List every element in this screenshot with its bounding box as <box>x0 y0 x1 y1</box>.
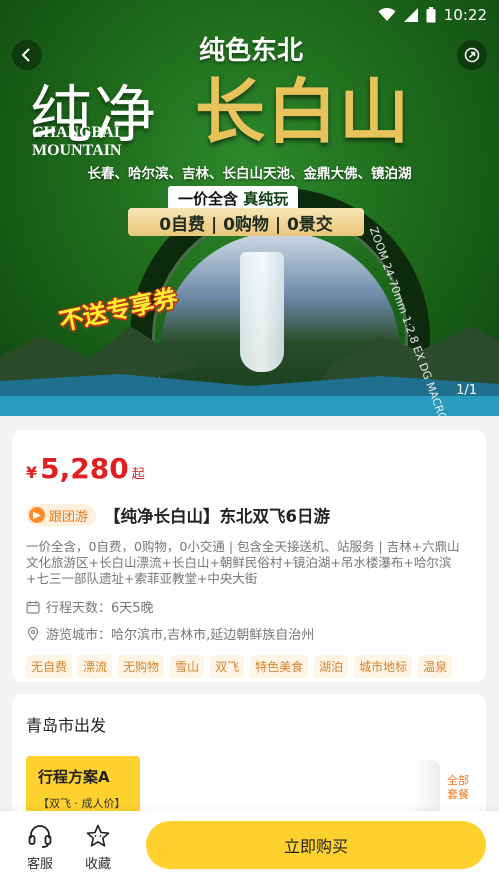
banner-title-secondary: 长白山 <box>195 70 411 153</box>
banner-cities: 长春、哈尔滨、吉林、长白山天池、金鼎大佛、镜泊湖 <box>87 166 412 182</box>
location-icon <box>27 626 39 641</box>
tag-item: 无购物 <box>118 655 165 678</box>
tag-item: 漂流 <box>78 655 113 678</box>
battery-icon <box>426 7 436 23</box>
customer-service-button[interactable]: 客服 <box>20 823 60 872</box>
headset-icon <box>28 825 52 848</box>
departure-city-title: 青岛市出发 <box>26 716 107 735</box>
tag-item: 温泉 <box>418 655 453 678</box>
tag-item: 无自费 <box>26 655 73 678</box>
product-card: ¥ 5,280 起 ▶ 跟团游 【纯净长白山】东北双飞6日游 一价全含，0自费，… <box>12 430 486 682</box>
tour-badge-icon: ▶ <box>29 507 45 523</box>
bottom-action-bar: 客服 收藏 立即购买 <box>0 811 499 887</box>
buy-now-button[interactable]: 立即购买 <box>146 821 486 869</box>
tour-type-label: 跟团游 <box>49 509 89 525</box>
tag-list: 无自费 漂流 无购物 雪山 双飞 特色美食 湖泊 城市地标 温泉 <box>26 655 472 678</box>
chevron-left-icon <box>21 48 30 62</box>
banner-slogan: 一价全含 真纯玩 <box>168 186 299 210</box>
tag-item: 城市地标 <box>354 655 413 678</box>
scroll-fade <box>412 760 440 816</box>
status-time: 10:22 <box>443 6 487 24</box>
hero-banner[interactable]: 纯色东北 纯净 长白山 CHANGBAI MOUNTAIN 长春、哈尔滨、吉林、… <box>0 0 499 416</box>
back-button[interactable] <box>12 40 42 70</box>
tag-item: 雪山 <box>170 655 205 678</box>
favorite-button[interactable]: 收藏 <box>78 823 118 872</box>
tour-type-badge: ▶ 跟团游 <box>26 504 97 526</box>
signal-icon <box>403 8 418 22</box>
banner-title-english-line1: CHANGBAI <box>32 124 121 141</box>
product-description: 一价全含，0自费，0购物，0小交通 | 包含全天接送机、站服务 | 吉林+六鼎山… <box>26 539 460 586</box>
cities-row: 游览城市：哈尔滨市,吉林市,延边朝鲜族自治州 <box>26 624 472 643</box>
days-row: 行程天数：6天5晚 <box>26 597 472 616</box>
title-row: ▶ 跟团游 【纯净长白山】东北双飞6日游 <box>26 503 472 527</box>
plan-subtitle: 【双飞 · 成人价】 <box>38 797 126 810</box>
price-currency: ¥ <box>26 463 38 482</box>
page-indicator: 1/1 <box>456 383 477 398</box>
banner-title-english: CHANGBAI MOUNTAIN <box>32 124 121 160</box>
calendar-icon <box>26 600 40 614</box>
share-icon <box>464 47 480 63</box>
plan-name: 行程方案A <box>38 768 110 786</box>
banner-slogan-highlight: 真纯玩 <box>243 189 289 208</box>
banner-zero-items: 0自费 | 0购物 | 0景交 <box>128 208 364 236</box>
share-button[interactable] <box>457 40 487 70</box>
all-packages-link[interactable]: 全部套餐 <box>444 774 472 802</box>
cities-label: 游览城市：哈尔滨市,吉林市,延边朝鲜族自治州 <box>46 628 315 643</box>
star-icon <box>86 824 110 847</box>
tag-item: 特色美食 <box>250 655 309 678</box>
wifi-icon <box>378 8 396 21</box>
customer-service-label: 客服 <box>26 857 53 872</box>
favorite-label: 收藏 <box>84 857 111 872</box>
banner-slogan-prefix: 一价全含 <box>178 189 239 208</box>
banner-title-english-line2: MOUNTAIN <box>32 142 122 159</box>
price-row: ¥ 5,280 起 <box>26 452 472 485</box>
tag-item: 湖泊 <box>314 655 349 678</box>
price-value: 5,280 <box>40 452 129 485</box>
product-title: 【纯净长白山】东北双飞6日游 <box>104 507 330 526</box>
status-bar: 10:22 <box>0 0 499 30</box>
days-label: 行程天数：6天5晚 <box>46 601 154 616</box>
price-suffix: 起 <box>131 467 145 482</box>
tag-item: 双飞 <box>210 655 245 678</box>
